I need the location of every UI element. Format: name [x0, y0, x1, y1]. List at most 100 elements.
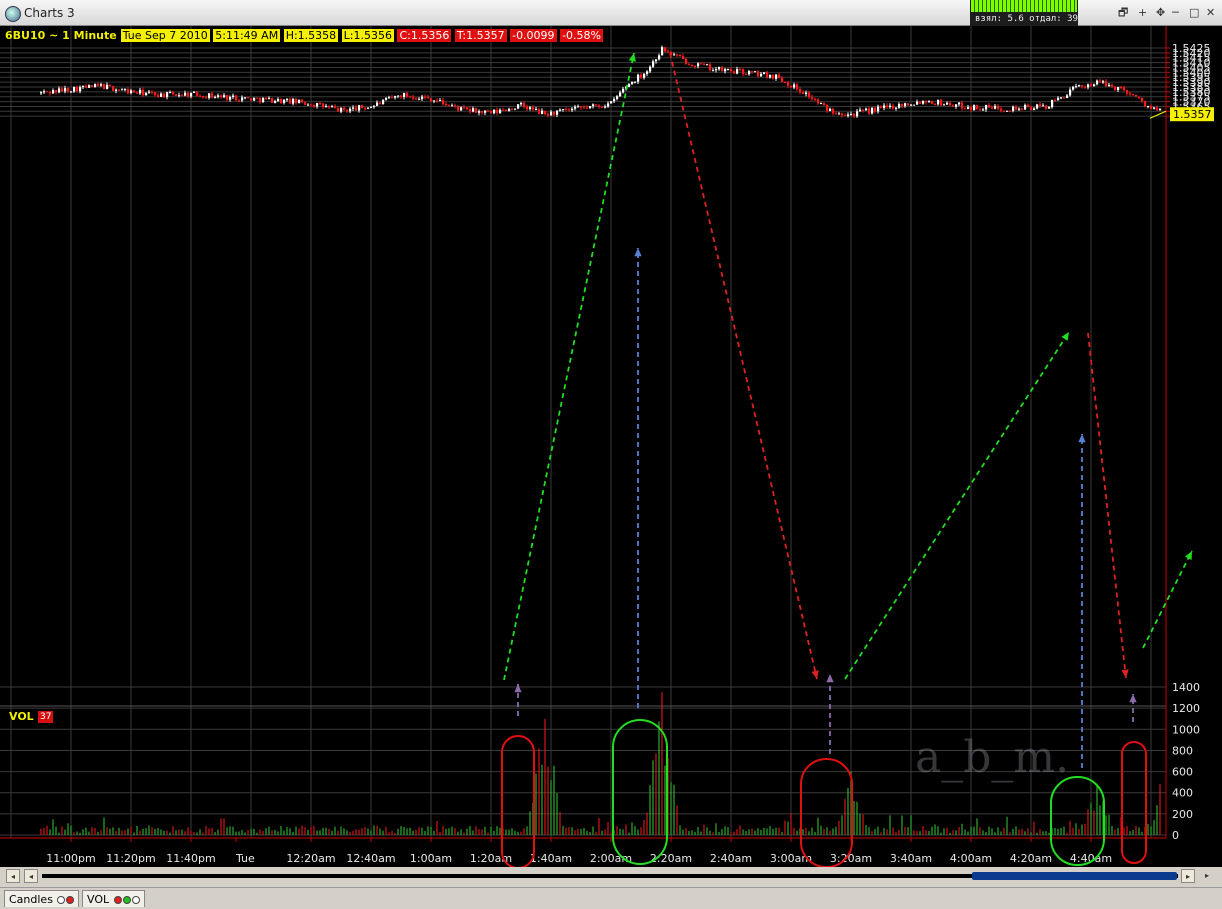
candle-body: [538, 108, 541, 114]
red-dot-icon: [113, 896, 122, 904]
move-icon[interactable]: ✥: [1156, 7, 1165, 19]
candle-body: [826, 105, 829, 111]
candle-body: [943, 104, 946, 106]
chart-area[interactable]: 1.5425 1.5420 1.5415 1.5410 1.5405 1.5400 1.53…: [0, 26, 1222, 867]
add-icon[interactable]: +: [1138, 7, 1147, 19]
candle-body: [1102, 81, 1105, 83]
candle-body: [157, 95, 160, 97]
close-icon[interactable]: ✕: [1206, 7, 1215, 19]
time-tick-label: 4:40am: [1070, 852, 1112, 865]
restore-icon[interactable]: 🗗: [1118, 7, 1128, 19]
candle-body: [40, 92, 43, 94]
tab-vol[interactable]: VOL: [82, 890, 145, 907]
candle-body: [736, 69, 739, 74]
volume-badge: 37: [38, 711, 54, 723]
tab-candles[interactable]: Candles: [4, 890, 80, 907]
candle-body: [127, 89, 130, 94]
volume-tick-label: 800: [1172, 744, 1193, 757]
window-titlebar[interactable]: Charts 3 взял: 5.6 отдал: 39 🗗 + ✥ ─ □ ✕: [0, 0, 1222, 26]
time-value: 5:11:49 AM: [213, 29, 281, 42]
candle-body: [886, 105, 889, 107]
purple-marker-arrow-head: [514, 684, 522, 693]
candle-body: [352, 107, 355, 109]
candle-body: [523, 102, 526, 107]
horizontal-scrollbar[interactable]: ◂ ◂ ▸ ▸: [0, 867, 1222, 887]
scroll-end-icon[interactable]: ▸: [1200, 869, 1214, 883]
candle-body: [775, 74, 778, 79]
volume-tick-label: 1200: [1172, 702, 1200, 715]
scroll-left-icon[interactable]: ◂: [24, 869, 38, 883]
time-tick-label: 3:20am: [830, 852, 872, 865]
candle-body: [805, 92, 808, 95]
candle-body: [640, 74, 643, 78]
globe-icon: [5, 6, 21, 22]
scroll-right-icon[interactable]: ▸: [1181, 869, 1195, 883]
candle-body: [421, 96, 424, 99]
candle-body: [307, 104, 310, 106]
candle-body: [811, 97, 814, 99]
time-tick-label: 1:40am: [530, 852, 572, 865]
minimize-icon[interactable]: ─: [1172, 7, 1179, 19]
candle-body: [295, 99, 298, 104]
candle-body: [1084, 86, 1087, 88]
grid-lines: [0, 26, 1166, 838]
candle-body: [118, 89, 121, 91]
candle-body: [370, 106, 373, 108]
candle-body: [865, 108, 868, 111]
candle-body: [835, 113, 838, 115]
candle-body: [1096, 80, 1099, 85]
candle-body: [1057, 97, 1060, 101]
candle-body: [1120, 86, 1123, 88]
candle-body: [481, 111, 484, 113]
candle-body: [517, 104, 520, 109]
candle-body: [166, 91, 169, 98]
candle-body: [1111, 84, 1114, 87]
candle-body: [61, 88, 64, 92]
candle-body: [967, 107, 970, 109]
candle-body: [574, 106, 577, 109]
candle-body: [1063, 97, 1066, 99]
candle-body: [223, 95, 226, 98]
candle-body: [193, 91, 196, 93]
time-tick-label: 11:00pm: [46, 852, 95, 865]
white-dot-icon: [57, 896, 66, 904]
candle-body: [58, 88, 61, 93]
candle-body: [226, 95, 229, 100]
volume-tick-label: 200: [1172, 808, 1193, 821]
blue-volume-arrow-head: [634, 248, 642, 257]
candle-body: [571, 108, 574, 111]
scroll-start-icon[interactable]: ◂: [6, 869, 20, 883]
red-volume-oval: [501, 735, 535, 867]
price-axis: 1.54251.54201.54151.54101.54051.54001.53…: [1149, 26, 1214, 706]
candle-body: [214, 96, 217, 98]
volume-tick-label: 1000: [1172, 723, 1200, 736]
candle-body: [487, 110, 490, 112]
price-volume-chart[interactable]: 1.54251.54201.54151.54101.54051.54001.53…: [0, 26, 1222, 867]
volume-tick-label: 400: [1172, 787, 1193, 800]
volume-tick-label: 1400: [1172, 681, 1200, 694]
maximize-icon[interactable]: □: [1189, 7, 1199, 19]
candle-body: [799, 89, 802, 93]
candle-body: [1138, 96, 1141, 98]
candle-body: [160, 93, 163, 97]
candle-body: [583, 107, 586, 109]
candle-body: [781, 77, 784, 83]
scroll-thumb[interactable]: [972, 872, 1177, 880]
candle-body: [211, 93, 214, 98]
candle-body: [358, 105, 361, 111]
candle-body: [412, 96, 415, 99]
time-tick-label: 12:40am: [346, 852, 395, 865]
candle-body: [478, 111, 481, 113]
candle-body: [322, 103, 325, 107]
candle-body: [247, 97, 250, 99]
candle-body: [1108, 84, 1111, 87]
candle-body: [925, 100, 928, 103]
candle-body: [682, 56, 685, 59]
candle-body: [796, 84, 799, 90]
candle-body: [94, 84, 97, 87]
candle-body: [133, 90, 136, 93]
candle-body: [43, 91, 46, 93]
candle-body: [820, 103, 823, 105]
candle-body: [868, 108, 871, 114]
candle-body: [1099, 80, 1102, 83]
